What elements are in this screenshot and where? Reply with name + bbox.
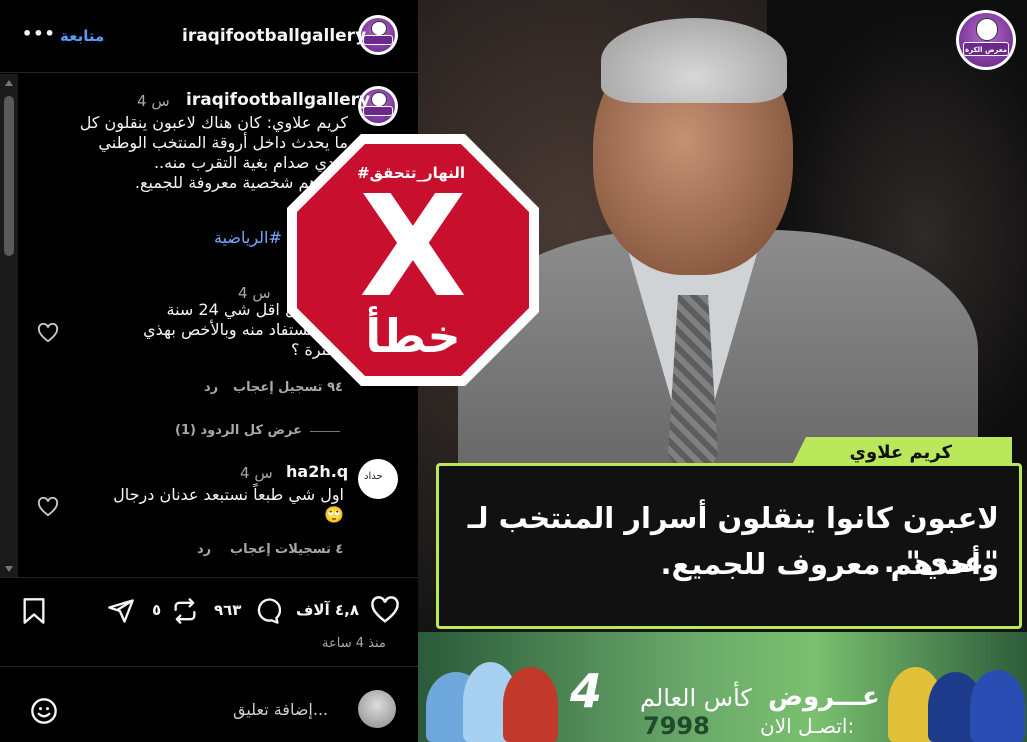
ad-number: 7998 bbox=[643, 712, 710, 740]
emoji-icon[interactable] bbox=[30, 697, 58, 725]
reposts-count[interactable]: ٥ bbox=[152, 601, 161, 619]
comment-input[interactable]: إضافة تعليق... bbox=[233, 700, 328, 719]
caption-username[interactable]: iraqifootballgallery bbox=[186, 90, 370, 110]
bookmark-icon[interactable] bbox=[22, 597, 46, 625]
scroll-up-icon[interactable] bbox=[5, 80, 13, 86]
more-options-icon[interactable]: ••• bbox=[22, 24, 56, 43]
like-icon[interactable] bbox=[370, 596, 400, 624]
repost-icon[interactable] bbox=[171, 597, 199, 625]
comment-box-divider bbox=[0, 666, 418, 667]
account-username[interactable]: iraqifootballgallery bbox=[182, 26, 366, 46]
commenter-avatar[interactable]: حداد bbox=[358, 459, 398, 499]
likes-count[interactable]: ٤,٨ آلاف bbox=[296, 601, 359, 619]
headline-box: لاعبون كانوا ينقلون أسرار المنتخب لـ "عد… bbox=[436, 463, 1022, 629]
commenter-username[interactable]: ha2h.q bbox=[286, 462, 348, 481]
follow-button[interactable]: متابعة bbox=[60, 27, 104, 45]
ad-title: عـــروض bbox=[768, 682, 880, 712]
false-claim-stop-sign: #النهار_تتحقق X خطأ bbox=[287, 134, 539, 386]
ad-subtitle: كأس العالم bbox=[640, 684, 752, 712]
comment-reply-button[interactable]: رد bbox=[204, 380, 218, 395]
stop-sign-x-icon: X bbox=[359, 166, 467, 329]
brand-logo: معرض الكرة bbox=[956, 10, 1016, 70]
actions-divider bbox=[0, 577, 418, 578]
view-replies-button[interactable]: عرض كل الردود (1) bbox=[175, 423, 302, 438]
stop-sign-verdict: خطأ bbox=[365, 306, 460, 363]
ad-banner: 4 عـــروض كأس العالم اتصـل الان: 7998 bbox=[418, 632, 1027, 742]
comment-reply-button[interactable]: رد bbox=[197, 542, 211, 557]
caption-time: 4 س bbox=[137, 92, 170, 110]
comments-count[interactable]: ٩٦٣ bbox=[214, 601, 241, 619]
comment-text: اول شي طبعاً نستبعد عدنان درجال 🙄 bbox=[113, 485, 344, 524]
headline-line: وأحدهم معروف للجميع. bbox=[660, 547, 999, 581]
scroll-down-icon[interactable] bbox=[5, 566, 13, 572]
comment-time: 4 س bbox=[240, 464, 273, 482]
view-replies-line bbox=[310, 431, 340, 432]
hashtag-link[interactable]: الرياضية# bbox=[214, 228, 282, 247]
ad-brand: 4 bbox=[570, 664, 603, 718]
comments-scrollbar[interactable] bbox=[0, 74, 18, 578]
post-header: iraqifootballgallery متابعة ••• bbox=[0, 0, 418, 73]
comment-icon[interactable] bbox=[253, 597, 281, 625]
comment-like-icon[interactable] bbox=[37, 323, 59, 343]
posted-time: منذ 4 ساعة bbox=[322, 636, 386, 651]
share-icon[interactable] bbox=[107, 597, 135, 625]
viewer-avatar bbox=[358, 690, 396, 728]
comment-likes[interactable]: ٤ تسجيلات إعجاب bbox=[230, 542, 343, 557]
comment-like-icon[interactable] bbox=[37, 497, 59, 517]
scrollbar-thumb[interactable] bbox=[4, 96, 14, 256]
ad-call: اتصـل الان: bbox=[760, 714, 855, 738]
